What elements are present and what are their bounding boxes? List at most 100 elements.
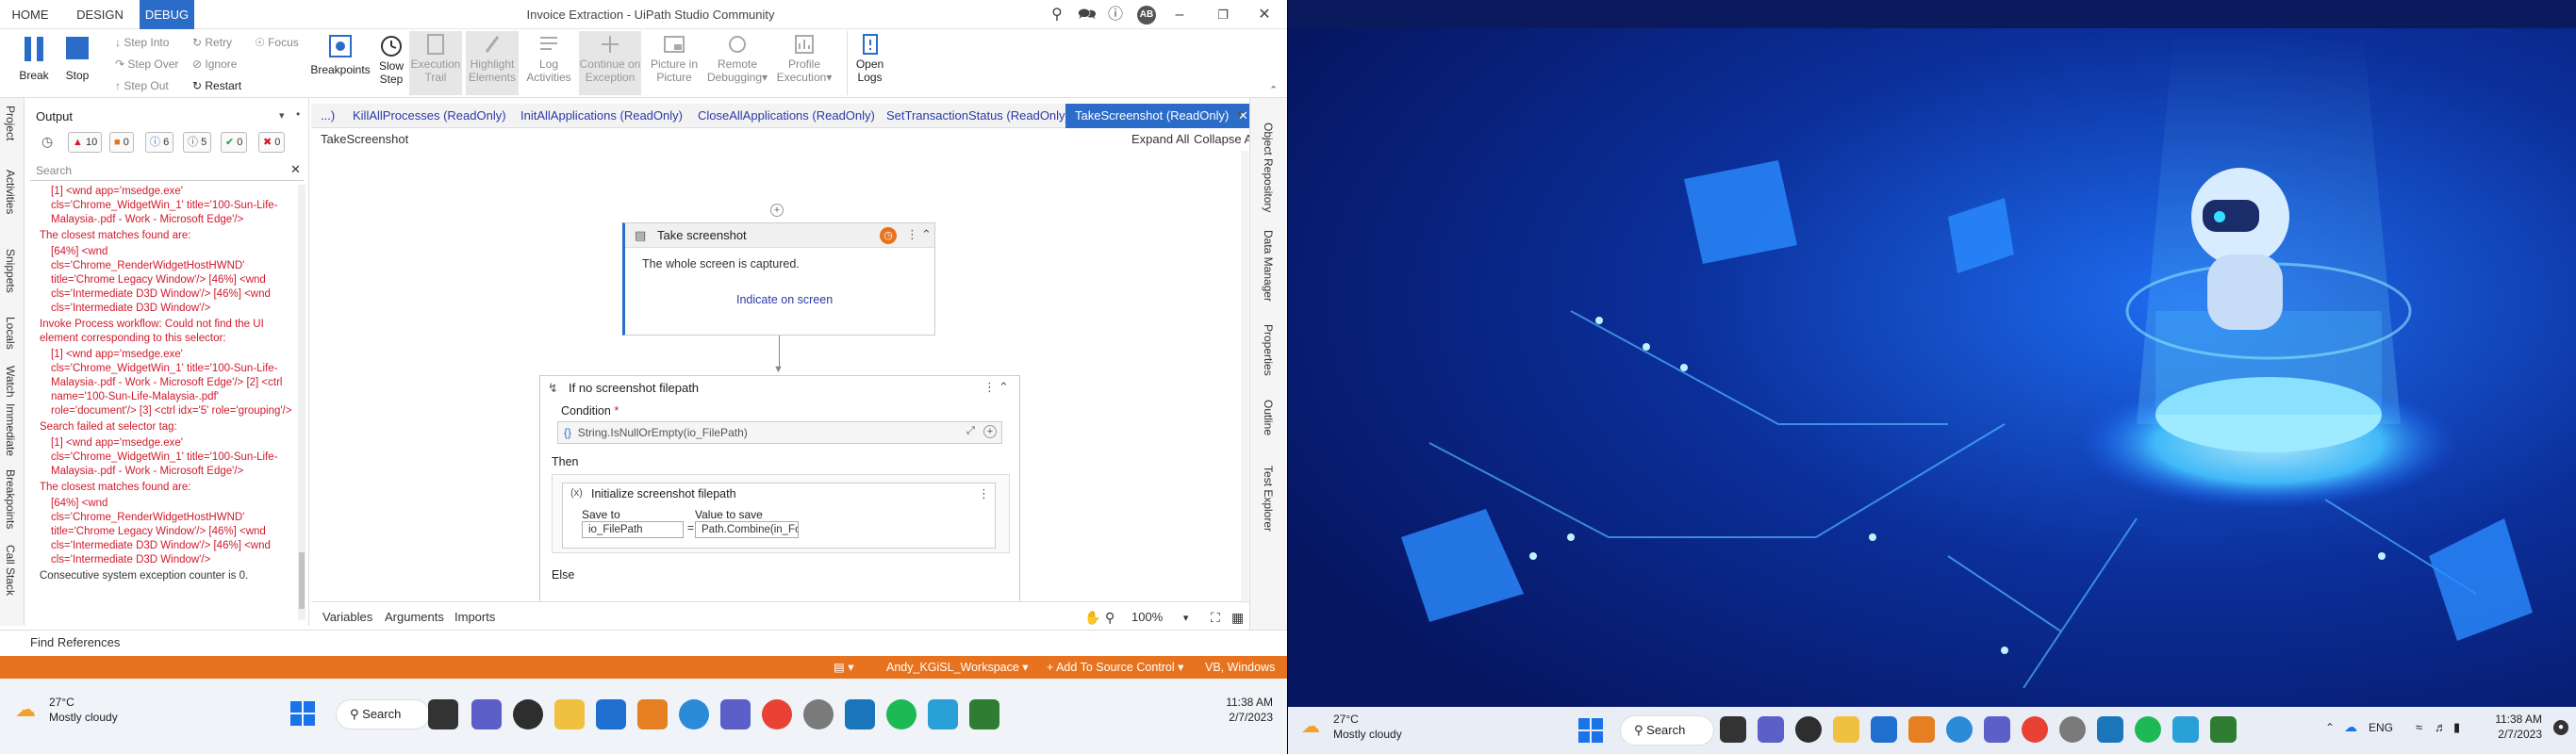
remote-debugging-button[interactable]: Remote Debugging▾ [705,31,769,95]
if-activity[interactable]: If no screenshot filepath ↯ ⋮ ⌃ Conditio… [539,375,1020,601]
taskbar-search[interactable]: ⚲ Search [336,699,430,729]
language-indicator[interactable]: ENG [2369,721,2393,734]
filter-info[interactable]: ⓘ 6 [145,132,174,153]
chevron-up-icon[interactable]: ⌃ [2325,721,2335,734]
tab-data-manager[interactable]: Data Manager [1262,230,1275,302]
battery-icon[interactable]: ▮ [2453,720,2460,735]
tab-breakpoints[interactable]: Breakpoints [4,469,17,529]
stop-button[interactable]: Stop [58,31,96,95]
weather-icon[interactable]: ☁ [15,697,36,722]
output-search-input[interactable]: Search [30,160,304,181]
more-options-icon[interactable]: ⋮ [906,227,918,242]
tab-call-stack[interactable]: Call Stack [4,545,17,596]
tab-activities[interactable]: Activities [4,170,17,214]
windows-start-icon[interactable] [290,701,315,726]
chatgpt-icon[interactable] [513,699,543,729]
scroll-thumb[interactable] [299,552,305,609]
store-icon[interactable] [1908,716,1935,743]
tab-debug[interactable]: DEBUG [140,0,194,29]
clock-time[interactable]: 11:38 AM [1216,696,1273,709]
chatgpt-icon[interactable] [1795,716,1822,743]
task-view-icon[interactable] [1720,716,1746,743]
task-view-icon[interactable] [428,699,458,729]
step-into-button[interactable]: ↓ Step Into [115,33,169,52]
source-control-icon[interactable]: ▤ ▾ [834,656,854,679]
clock-icon[interactable]: ◷ [41,134,53,150]
slow-step-button[interactable]: Slow Step [375,31,407,95]
retry-button[interactable]: ↻ Retry [192,33,232,52]
wifi-icon[interactable]: ≈ [2416,720,2422,734]
teams-icon[interactable] [1984,716,2010,743]
speaker-icon[interactable]: ♬ [2435,720,2447,734]
variables-tab[interactable]: Variables [322,610,372,624]
weather-icon[interactable]: ☁ [1301,714,1320,738]
ignore-button[interactable]: ⊘ Ignore [192,55,237,74]
notepad-icon[interactable] [928,699,958,729]
uipath-icon[interactable] [2097,716,2123,743]
canvas-scrollbar[interactable] [1241,151,1248,601]
collapse-icon[interactable]: ⌃ [921,227,932,242]
output-scrollbar[interactable] [298,185,305,620]
tab-home[interactable]: HOME [8,0,53,29]
step-over-button[interactable]: ↷ Step Over [115,55,178,74]
spotify-icon[interactable] [2135,716,2161,743]
fit-to-screen-icon[interactable]: ⛶ [1211,610,1220,626]
edge-icon[interactable] [679,699,709,729]
feedback-icon[interactable]: 🗪 [1077,5,1098,25]
filter-fail[interactable]: ✖ 0 [258,132,286,153]
filter-trace[interactable]: ⓘ 5 [183,132,212,153]
profile-execution-button[interactable]: Profile Execution▾ [773,31,835,95]
tab-locals[interactable]: Locals [4,317,17,350]
edge-icon[interactable] [1946,716,1973,743]
continue-on-exception-button[interactable]: Continue on Exception [579,31,641,95]
find-references-tab[interactable]: Find References [0,630,1287,656]
breakpoints-button[interactable]: Breakpoints [307,31,373,95]
doc-tab-prev[interactable]: ...) [311,104,344,128]
add-to-source-control[interactable]: + Add To Source Control ▾ [1047,656,1183,679]
teams-chat-icon[interactable] [471,699,502,729]
settings-icon[interactable] [2059,716,2086,743]
close-icon[interactable]: ✕ [1254,5,1275,25]
doc-tab-closeallapplications[interactable]: CloseAllApplications (ReadOnly) [688,104,884,128]
doc-tab-settransactionstatus[interactable]: SetTransactionStatus (ReadOnly) [877,104,1079,128]
teams-chat-icon[interactable] [1758,716,1784,743]
collapse-all-link[interactable]: Collapse All [1194,132,1258,146]
file-explorer-icon[interactable] [554,699,585,729]
workspace-selector[interactable]: Andy_KGiSL_Workspace ▾ [886,656,1029,679]
tab-object-repository[interactable]: Object Repository [1262,123,1275,212]
add-activity-icon[interactable]: + [770,204,784,217]
execution-trail-button[interactable]: Execution Trail [409,31,462,95]
assign-activity[interactable]: (x) Initialize screenshot filepath ⋮ Sav… [562,483,996,549]
condition-input[interactable]: {} String.IsNullOrEmpty(io_FilePath) [557,421,1002,444]
highlight-elements-button[interactable]: Highlight Elements [466,31,519,95]
imports-tab[interactable]: Imports [454,610,495,624]
timeout-icon[interactable]: ◷ [880,227,897,244]
clear-search-icon[interactable]: ✕ [290,162,301,177]
chevron-down-icon[interactable]: ▾ [279,109,285,122]
tab-properties[interactable]: Properties [1262,324,1275,376]
weather-desc[interactable]: Mostly cloudy [1333,728,1402,741]
mail-icon[interactable] [1871,716,1897,743]
assign-more-options-icon[interactable]: ⋮ [978,486,990,501]
windows-start-icon[interactable] [1578,718,1603,743]
tab-watch[interactable]: Watch [4,366,17,398]
mail-icon[interactable] [596,699,626,729]
zoom-select[interactable]: 100% ▾ [1131,610,1188,624]
indicate-on-screen-link[interactable]: Indicate on screen [736,293,833,306]
file-explorer-icon[interactable] [1833,716,1859,743]
teams-icon[interactable] [720,699,751,729]
arguments-tab[interactable]: Arguments [385,610,444,624]
doc-tab-takescreenshot[interactable]: TakeScreenshot (ReadOnly) ✕ [1065,104,1258,128]
tab-design[interactable]: DESIGN [72,0,128,29]
doc-tab-initallapplications[interactable]: InitAllApplications (ReadOnly) [511,104,692,128]
restore-icon[interactable]: ❐ [1213,5,1233,25]
avatar[interactable]: AB [1137,6,1156,25]
doc-tab-killallprocesses[interactable]: KillAllProcesses (ReadOnly) [343,104,516,128]
clock-date[interactable]: 2/7/2023 [2485,728,2542,741]
collapse-ribbon-icon[interactable]: ⌃ [1269,84,1278,96]
search-icon[interactable]: ⚲ [1047,5,1067,25]
filter-errors[interactable]: ▲ 10 [68,132,103,153]
step-out-button[interactable]: ↑ Step Out [115,76,169,95]
spotify-icon[interactable] [886,699,916,729]
value-to-save-input[interactable]: Path.Combine(in_Folder, "Excepti [695,521,799,538]
